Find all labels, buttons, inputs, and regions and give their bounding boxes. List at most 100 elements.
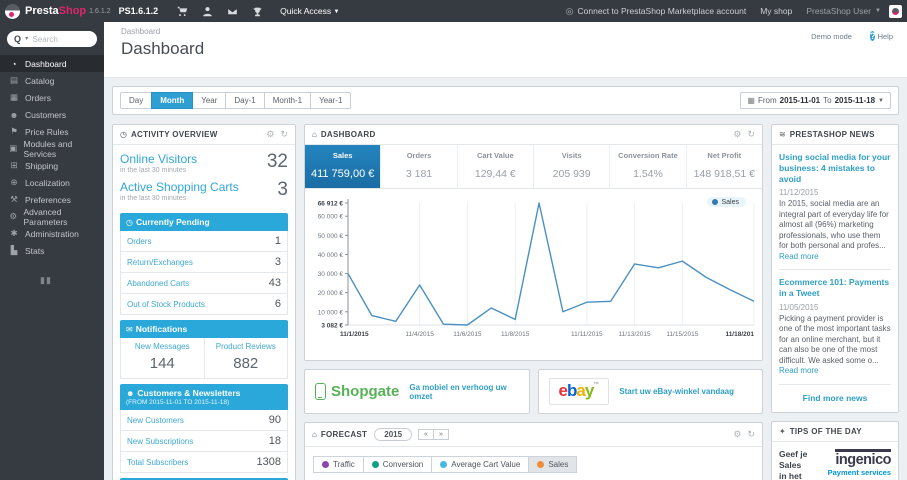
sidebar-item-preferences[interactable]: ⚒ Preferences (0, 191, 104, 208)
svg-text:11/11/2015: 11/11/2015 (571, 331, 603, 338)
marketplace-link[interactable]: ◎ Connect to PrestaShop Marketplace accou… (566, 6, 747, 17)
dashboard-panel-title: DASHBOARD (320, 130, 376, 139)
shopgate-ad-link[interactable]: Ga mobiel en verhoog uw omzet (409, 383, 518, 401)
tab-day[interactable]: Day (120, 92, 153, 109)
news-article-title[interactable]: Using social media for your business: 4 … (779, 152, 891, 185)
trophy-icon[interactable] (252, 6, 263, 17)
forecast-legend-conversion[interactable]: Conversion (362, 456, 433, 473)
pending-row-label-abandoned-carts[interactable]: Abandoned Carts (127, 279, 189, 288)
pending-row-label-out-of-stock-products[interactable]: Out of Stock Products (127, 300, 205, 309)
sidebar-item-price-rules[interactable]: ⚑ Price Rules (0, 123, 104, 140)
kpi-label: Orders (406, 151, 432, 160)
find-more-news-link[interactable]: Find more news (779, 383, 891, 405)
panel-refresh-icon[interactable]: ↻ (280, 130, 288, 139)
sidebar-item-label: Dashboard (25, 58, 67, 69)
kpi-net-profit[interactable]: Net Profit 148 918,51 € (687, 145, 762, 188)
kpi-sales[interactable]: Sales 411 759,00 € (305, 145, 382, 188)
active-carts-link[interactable]: Active Shopping Carts (120, 180, 239, 194)
panel-refresh-icon[interactable]: ↻ (747, 130, 755, 139)
customer-icon[interactable] (202, 6, 213, 17)
sidebar-item-stats[interactable]: ▙ Stats (0, 242, 104, 259)
forecast-year-selector[interactable]: 2015 (374, 428, 413, 441)
catalog-icon: ▤ (9, 75, 19, 85)
read-more-link[interactable]: Read more (779, 366, 819, 375)
kpi-label: Cart Value (476, 151, 514, 160)
svg-text:11/6/2015: 11/6/2015 (453, 331, 482, 338)
kpi-orders[interactable]: Orders 3 181 (381, 145, 458, 188)
sidebar-item-label: Shipping (25, 160, 59, 171)
sidebar-item-orders[interactable]: ▦ Orders (0, 89, 104, 106)
shop-version-label: PS1.6.1.2 (118, 6, 159, 16)
quick-access-menu[interactable]: Quick Access ▼ (280, 6, 339, 16)
date-range-picker[interactable]: ▦ From 2015-11-01 To 2015-11-18 ▼ (740, 92, 891, 109)
sales-line-chart[interactable]: 66 912 € 60 000 € 50 000 € 40 000 € 30 000 €… (308, 193, 759, 353)
notification-link[interactable]: Product Reviews (207, 342, 286, 351)
sidebar-item-shipping[interactable]: ⊞ Shipping (0, 157, 104, 174)
forecast-legend-traffic[interactable]: Traffic (313, 456, 364, 473)
kpi-conversion-rate[interactable]: Conversion Rate 1.54% (610, 145, 687, 188)
sidebar-item-dashboard[interactable]: ◔ Dashboard (0, 55, 104, 72)
forecast-legend-sales[interactable]: Sales (528, 456, 578, 473)
read-more-link[interactable]: Read more (779, 252, 819, 261)
user-menu[interactable]: PrestaShop User ▼ (806, 4, 902, 18)
tips-of-the-day-panel: ✦ TIPS OF THE DAY ingenico Payment servi… (771, 420, 899, 480)
chart-legend-sales[interactable]: Sales (707, 197, 746, 207)
breadcrumb[interactable]: Dashboard (121, 27, 897, 36)
pending-row-label-return-exchanges[interactable]: Return/Exchanges (127, 258, 193, 267)
sidebar-item-catalog[interactable]: ▤ Catalog (0, 72, 104, 89)
kpi-visits[interactable]: Visits 205 939 (534, 145, 611, 188)
activity-overview-title: ACTIVITY OVERVIEW (130, 130, 218, 139)
news-article-title[interactable]: Ecommerce 101: Payments in a Tweet (779, 277, 891, 299)
sidebar-collapse-button[interactable]: ▮▮ (40, 275, 52, 286)
cart-icon[interactable] (177, 6, 188, 17)
pending-row-label-orders[interactable]: Orders (127, 237, 151, 246)
forecast-legend-average-cart-value[interactable]: Average Cart Value (431, 456, 530, 473)
news-article: Using social media for your business: 4 … (779, 152, 891, 262)
chevron-down-icon: ▼ (333, 8, 340, 15)
tab-year[interactable]: Year (192, 92, 227, 109)
administration-icon: ✱ (10, 228, 18, 238)
help-button[interactable]: ? Help (869, 30, 893, 43)
notification-link[interactable]: New Messages (123, 342, 202, 351)
tab-year-1[interactable]: Year-1 (310, 92, 352, 109)
sidebar-item-customers[interactable]: ☻ Customers (0, 106, 104, 123)
tab-month[interactable]: Month (151, 92, 194, 109)
customers-row: New Subscriptions 18 (120, 431, 288, 452)
panel-settings-icon[interactable]: ⚙ (733, 430, 741, 439)
search-input[interactable] (32, 34, 81, 44)
sidebar-item-localization[interactable]: ⊕ Localization (0, 174, 104, 191)
online-visitors-link[interactable]: Online Visitors (120, 152, 197, 166)
sidebar-search[interactable]: Q ▼ (7, 31, 97, 47)
legend-dot-icon (371, 461, 379, 468)
customers-row-label-new-subscriptions[interactable]: New Subscriptions (127, 437, 193, 446)
mail-icon[interactable] (227, 6, 238, 17)
search-scope-caret-icon[interactable]: ▼ (24, 36, 29, 42)
kpi-cart-value[interactable]: Cart Value 129,44 € (458, 145, 534, 188)
sidebar-item-administration[interactable]: ✱ Administration (0, 225, 104, 242)
panel-settings-icon[interactable]: ⚙ (266, 130, 274, 139)
chevron-down-icon: ▼ (875, 8, 881, 14)
forecast-next-button[interactable]: » (432, 429, 449, 440)
svg-text:11/8/2015: 11/8/2015 (501, 331, 530, 338)
sidebar-item-modules-and-services[interactable]: ▣ Modules and Services (0, 139, 104, 159)
tab-day-1[interactable]: Day-1 (225, 92, 265, 109)
tab-month-1[interactable]: Month-1 (263, 92, 312, 109)
ebay-ad-panel: ebay™ Start uw eBay-winkel vandaag (537, 369, 763, 414)
ebay-ad-link[interactable]: Start uw eBay-winkel vandaag (619, 387, 734, 396)
pending-row-value: 6 (274, 298, 281, 310)
customers-row-label-new-customers[interactable]: New Customers (127, 416, 184, 425)
panel-refresh-icon[interactable]: ↻ (747, 430, 755, 439)
svg-text:66 912 €: 66 912 € (318, 201, 344, 208)
news-article-date: 11/12/2015 (779, 188, 819, 198)
date-range-toolbar: Day Month Year Day-1 Month-1 Year-1 ▦ From 20… (112, 86, 899, 115)
forecast-prev-button[interactable]: « (418, 429, 434, 440)
my-shop-link[interactable]: My shop (760, 6, 792, 16)
prestashop-logo[interactable]: PrestaShop 1.6.1.2 (5, 3, 119, 19)
shipping-icon: ⊞ (10, 160, 18, 170)
kpi-label: Sales (332, 151, 353, 160)
panel-settings-icon[interactable]: ⚙ (733, 130, 741, 139)
kpi-value: 411 759,00 € (310, 168, 375, 180)
demo-mode-toggle[interactable]: Demo mode (811, 30, 852, 43)
customers-row-label-total-subscribers[interactable]: Total Subscribers (127, 458, 188, 467)
sidebar-item-advanced-parameters[interactable]: ⚙ Advanced Parameters (0, 207, 104, 227)
